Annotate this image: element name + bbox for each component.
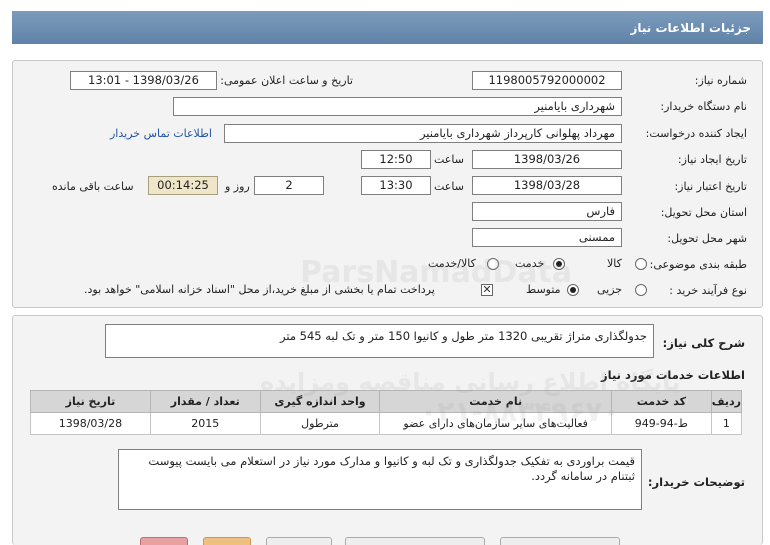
requester-label: ایجاد کننده درخواست: [645,127,747,140]
announce-field: 1398/03/26 - 13:01 [70,71,217,90]
valid-date-field: 1398/03/28 [472,176,622,195]
bottom-button-gray[interactable] [266,537,332,545]
valid-label: تاریخ اعتبار نیاز: [674,180,747,193]
description-box: جدولگذاری متراژ تقریبی 1320 متر طول و کا… [105,324,654,358]
bottom-button-red[interactable] [140,537,188,545]
category-goods-label: کالا [607,257,622,270]
col-row: ردیف [710,390,743,413]
col-date: تاریخ نیاز [30,390,151,413]
process-minor-radio[interactable] [635,284,647,296]
bottom-button-back[interactable] [500,537,620,545]
remaining-time-field: 00:14:25 [148,176,218,195]
watermark-text: ParsNamadData [300,255,573,290]
province-field: فارس [472,202,622,221]
remaining-label: ساعت باقی مانده [52,180,134,193]
cell-unit: مترطول [259,412,381,435]
buyer-notes-box: قیمت براوردی به تفکیک جدولگذاری و تک لبه… [118,449,642,510]
valid-time-field: 13:30 [361,176,431,195]
bottom-button-orange[interactable] [203,537,251,545]
created-time-field: 12:50 [361,150,431,169]
cell-code: ط-94-949 [610,412,712,435]
description-label: شرح کلی نیاز: [662,336,745,350]
valid-hour-label: ساعت [434,180,464,193]
buyer-field: شهرداری بایامنیر [173,97,622,116]
need-number-label: شماره نیاز: [694,74,747,87]
created-label: تاریخ ایجاد نیاز: [677,153,747,166]
buyer-notes-label: توضیحات خریدار: [647,475,745,489]
watermark-phone: ۰۲۱-۸۸۳۴۹۶۷۰ [420,395,620,428]
announce-label: تاریخ و ساعت اعلان عمومی: [220,74,353,87]
page-header: جزئیات اطلاعات نیاز [12,11,763,44]
bottom-button-docs[interactable] [345,537,485,545]
category-label: طبقه بندی موضوعی: [649,258,747,271]
process-label: نوع فرآیند خرید : [669,284,747,297]
buyer-label: نام دستگاه خریدار: [660,100,747,113]
days-label: روز و [225,180,250,193]
province-label: استان محل تحویل: [660,206,747,219]
table-row: 1 ط-94-949 فعالیت‌های سایر سازمان‌های دا… [30,412,743,435]
cell-qty: 2015 [149,412,261,435]
need-number-field: 1198005792000002 [472,71,622,90]
days-field: 2 [254,176,324,195]
watermark-persian: پایگاه اطلاع رسانی مناقصه ومزایده [260,368,681,396]
buyer-contact-link[interactable]: اطلاعات تماس خریدار [110,127,212,140]
created-hour-label: ساعت [434,153,464,166]
city-field: ممسنی [472,228,622,247]
services-table: ردیف کد خدمت نام خدمت واحد اندازه گیری ت… [30,390,743,435]
process-minor-label: جزیی [597,283,623,296]
page-title: جزئیات اطلاعات نیاز [630,21,751,35]
requester-field: مهرداد پهلوانی کارپرداز شهرداری بایامنیر [224,124,622,143]
created-date-field: 1398/03/26 [472,150,622,169]
cell-row: 1 [710,412,743,435]
city-label: شهر محل تحویل: [667,232,747,245]
cell-date: 1398/03/28 [30,412,151,435]
category-goods-radio[interactable] [635,258,647,270]
col-qty: تعداد / مقدار [149,390,261,413]
